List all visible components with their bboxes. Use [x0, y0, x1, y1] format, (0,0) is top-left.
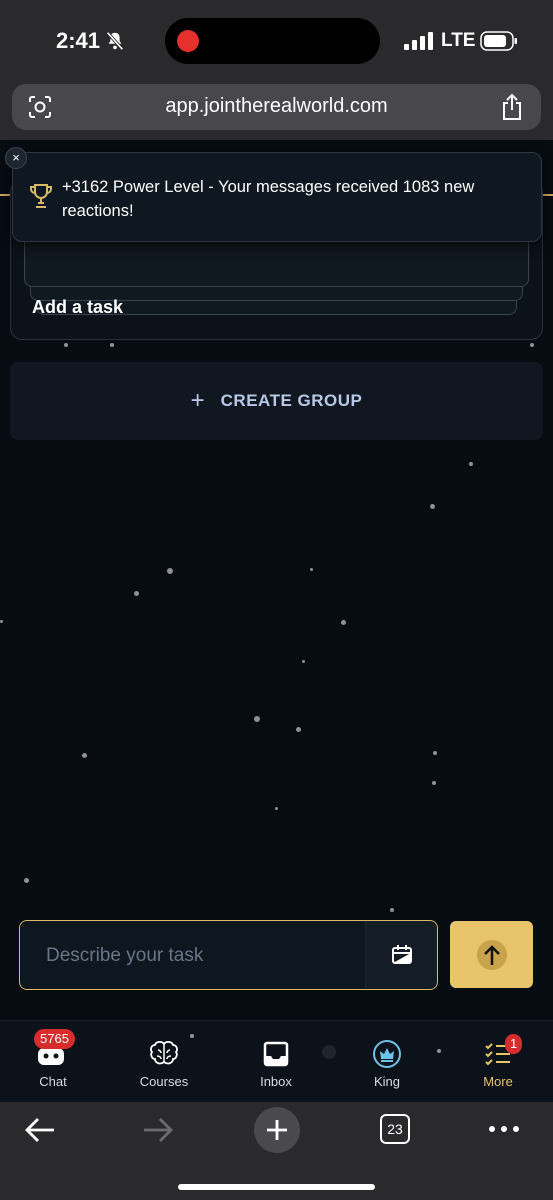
nav-label-more: More — [483, 1074, 513, 1089]
task-description-input[interactable]: Describe your task — [19, 920, 438, 990]
background-star — [390, 908, 394, 912]
king-icon — [373, 1040, 401, 1068]
signal-icon — [404, 32, 433, 50]
nav-label-courses: Courses — [139, 1074, 189, 1089]
dynamic-island — [165, 18, 380, 64]
stacked-task-layer — [24, 235, 529, 287]
bottom-navigation: 5765 Chat Courses Inbox King 1 More — [0, 1020, 553, 1102]
arrow-up-icon — [484, 945, 500, 965]
new-tab-button[interactable] — [254, 1107, 300, 1153]
status-time: 2:41 — [56, 28, 101, 53]
plus-icon: + — [190, 387, 205, 414]
browser-url-area: app.jointherealworld.com — [0, 82, 553, 140]
background-star — [82, 753, 87, 758]
url-text[interactable]: app.jointherealworld.com — [12, 95, 541, 118]
background-star — [433, 751, 437, 755]
create-group-button[interactable]: + CREATE GROUP — [10, 362, 543, 440]
status-bar: 2:41 LTE — [0, 0, 553, 82]
background-star — [134, 591, 139, 596]
divider-line — [0, 194, 10, 196]
nav-item-chat[interactable]: 5765 Chat — [0, 1021, 108, 1103]
background-star — [296, 727, 301, 732]
background-star — [530, 343, 534, 347]
tab-count-button[interactable]: 23 — [380, 1114, 410, 1144]
inbox-icon — [263, 1041, 289, 1067]
background-star — [432, 781, 436, 785]
bell-off-icon — [106, 31, 124, 51]
task-input-placeholder: Describe your task — [46, 945, 204, 966]
background-star — [0, 620, 3, 623]
background-star — [275, 807, 278, 810]
more-dots-icon[interactable] — [488, 1124, 520, 1134]
background-star — [24, 878, 29, 883]
notification-toast[interactable]: × +3162 Power Level - Your messages rece… — [5, 147, 542, 242]
browser-toolbar: 23 — [0, 1102, 553, 1200]
share-icon[interactable] — [501, 93, 523, 121]
nav-item-courses[interactable]: Courses — [109, 1021, 219, 1103]
nav-item-king[interactable]: King — [332, 1021, 442, 1103]
nav-label-inbox: Inbox — [260, 1074, 292, 1089]
calendar-icon — [392, 945, 412, 964]
back-arrow-icon[interactable] — [24, 1116, 56, 1144]
background-star — [254, 716, 260, 722]
add-task-button[interactable]: Add a task — [32, 297, 123, 318]
plus-icon — [267, 1120, 287, 1140]
background-star — [302, 660, 305, 663]
battery-icon — [480, 31, 517, 51]
recording-indicator-icon — [177, 30, 199, 52]
nav-item-inbox[interactable]: Inbox — [221, 1021, 331, 1103]
chat-unread-badge: 5765 — [34, 1029, 75, 1049]
background-star — [167, 568, 173, 574]
notification-text: +3162 Power Level - Your messages receiv… — [62, 178, 475, 220]
schedule-button[interactable] — [365, 921, 437, 988]
network-type: LTE — [441, 30, 476, 51]
brain-icon — [150, 1040, 178, 1065]
send-button[interactable] — [450, 921, 533, 988]
trophy-icon — [30, 184, 52, 208]
nav-item-more[interactable]: 1 More — [443, 1021, 553, 1103]
background-star — [110, 343, 114, 347]
background-star — [341, 620, 346, 625]
close-icon[interactable]: × — [5, 147, 27, 169]
address-bar[interactable]: app.jointherealworld.com — [12, 84, 541, 130]
background-star — [64, 343, 68, 347]
background-star — [430, 504, 435, 509]
background-star — [310, 568, 313, 571]
forward-arrow-icon[interactable] — [142, 1116, 174, 1144]
create-group-label: CREATE GROUP — [220, 391, 363, 410]
app-content: Add a task × +3162 Power Level - Your me… — [0, 140, 553, 1020]
nav-label-king: King — [373, 1074, 401, 1089]
more-notification-badge: 1 — [505, 1034, 523, 1054]
nav-label-chat: Chat — [39, 1074, 67, 1089]
home-indicator[interactable] — [178, 1184, 375, 1190]
background-star — [469, 462, 473, 466]
divider-line — [542, 194, 553, 196]
